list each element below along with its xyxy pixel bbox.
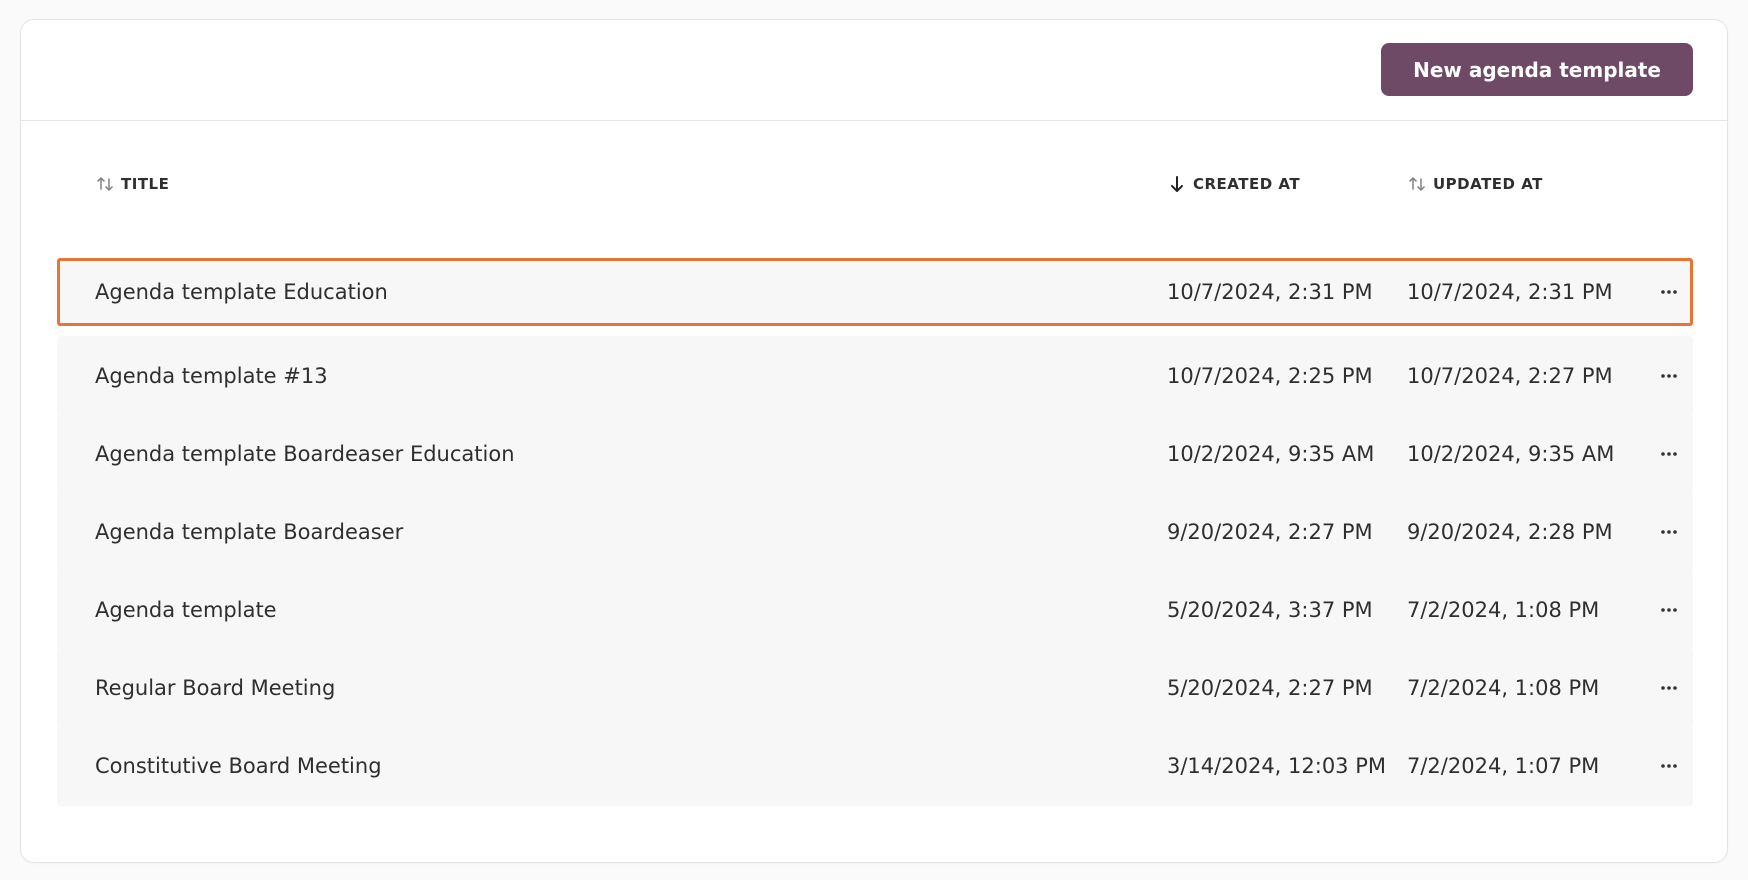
sort-both-icon bbox=[1407, 174, 1427, 194]
column-created-at-label: CREATED AT bbox=[1193, 175, 1301, 193]
row-updated-at: 7/2/2024, 1:07 PM bbox=[1407, 754, 1600, 778]
row-title: Agenda template #13 bbox=[95, 364, 328, 388]
sort-desc-icon bbox=[1167, 174, 1187, 194]
column-updated-at-label: UPDATED AT bbox=[1433, 175, 1543, 193]
row-title: Constitutive Board Meeting bbox=[95, 754, 382, 778]
table-row[interactable]: Agenda template 5/20/2024, 3:37 PM 7/2/2… bbox=[57, 570, 1693, 650]
table-row[interactable]: Agenda template Education 10/7/2024, 2:3… bbox=[57, 258, 1693, 326]
row-updated-at: 10/7/2024, 2:31 PM bbox=[1407, 280, 1613, 304]
card-header: New agenda template bbox=[21, 20, 1727, 121]
more-horizontal-icon[interactable] bbox=[1651, 592, 1687, 628]
more-horizontal-icon[interactable] bbox=[1651, 514, 1687, 550]
new-agenda-template-button[interactable]: New agenda template bbox=[1381, 43, 1693, 96]
more-horizontal-icon[interactable] bbox=[1651, 670, 1687, 706]
row-created-at: 9/20/2024, 2:27 PM bbox=[1167, 520, 1373, 544]
row-updated-at: 7/2/2024, 1:08 PM bbox=[1407, 676, 1600, 700]
more-horizontal-icon[interactable] bbox=[1651, 748, 1687, 784]
row-created-at: 5/20/2024, 2:27 PM bbox=[1167, 676, 1373, 700]
column-header-created-at[interactable]: CREATED AT bbox=[1167, 174, 1300, 194]
table-header: TITLE CREATED AT UPDATED AT bbox=[57, 150, 1693, 210]
row-title: Regular Board Meeting bbox=[95, 676, 336, 700]
row-title: Agenda template Education bbox=[95, 280, 388, 304]
row-updated-at: 10/7/2024, 2:27 PM bbox=[1407, 364, 1613, 388]
row-title: Agenda template bbox=[95, 598, 277, 622]
table-row[interactable]: Constitutive Board Meeting 3/14/2024, 12… bbox=[57, 726, 1693, 806]
templates-table: TITLE CREATED AT UPDATED AT Agenda templ… bbox=[57, 150, 1693, 806]
row-created-at: 3/14/2024, 12:03 PM bbox=[1167, 754, 1387, 778]
row-created-at: 5/20/2024, 3:37 PM bbox=[1167, 598, 1373, 622]
row-created-at: 10/7/2024, 2:31 PM bbox=[1167, 280, 1373, 304]
more-horizontal-icon[interactable] bbox=[1651, 274, 1687, 310]
row-created-at: 10/2/2024, 9:35 AM bbox=[1167, 442, 1375, 466]
table-row[interactable]: Agenda template Boardeaser Education 10/… bbox=[57, 414, 1693, 494]
row-title: Agenda template Boardeaser Education bbox=[95, 442, 515, 466]
row-updated-at: 10/2/2024, 9:35 AM bbox=[1407, 442, 1615, 466]
templates-card: New agenda template TITLE CREATED AT UPD… bbox=[20, 19, 1728, 863]
row-updated-at: 9/20/2024, 2:28 PM bbox=[1407, 520, 1613, 544]
row-title: Agenda template Boardeaser bbox=[95, 520, 404, 544]
column-title-label: TITLE bbox=[121, 175, 170, 193]
sort-both-icon bbox=[95, 174, 115, 194]
column-header-title[interactable]: TITLE bbox=[95, 174, 169, 194]
column-header-updated-at[interactable]: UPDATED AT bbox=[1407, 174, 1543, 194]
row-updated-at: 7/2/2024, 1:08 PM bbox=[1407, 598, 1600, 622]
row-created-at: 10/7/2024, 2:25 PM bbox=[1167, 364, 1373, 388]
more-horizontal-icon[interactable] bbox=[1651, 436, 1687, 472]
table-row[interactable]: Agenda template #13 10/7/2024, 2:25 PM 1… bbox=[57, 336, 1693, 416]
table-row[interactable]: Regular Board Meeting 5/20/2024, 2:27 PM… bbox=[57, 648, 1693, 728]
table-row[interactable]: Agenda template Boardeaser 9/20/2024, 2:… bbox=[57, 492, 1693, 572]
more-horizontal-icon[interactable] bbox=[1651, 358, 1687, 394]
